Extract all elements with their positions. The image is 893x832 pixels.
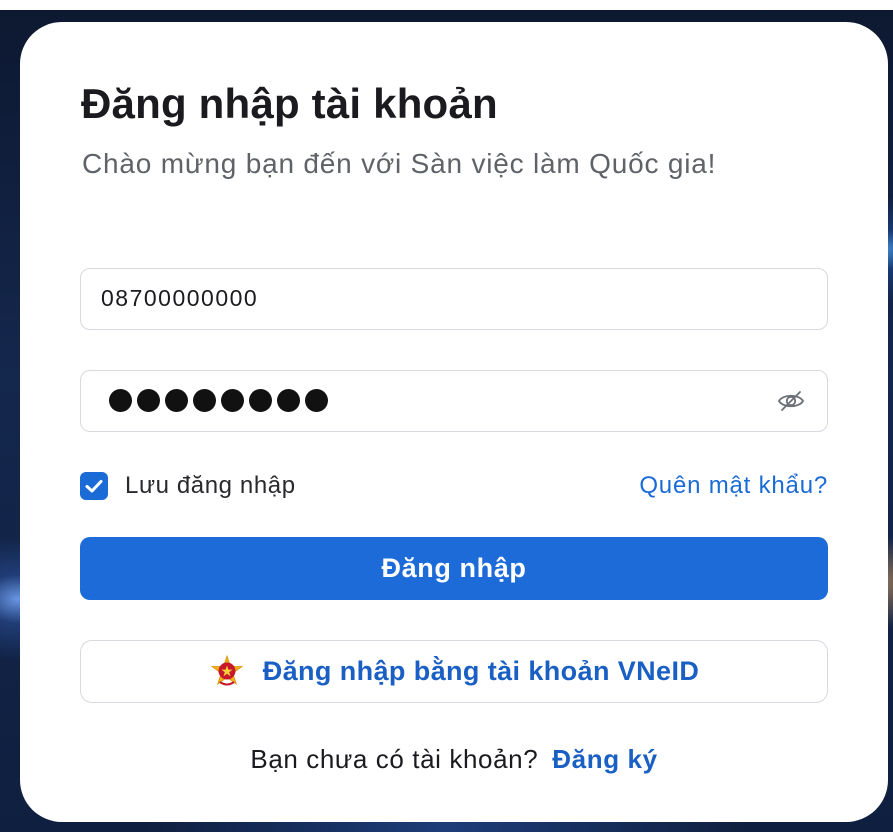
page-title: Đăng nhập tài khoản	[81, 80, 498, 127]
password-dot	[277, 389, 300, 412]
password-dot	[193, 389, 216, 412]
register-prompt: Bạn chưa có tài khoản? Đăng ký	[20, 744, 888, 775]
password-dot	[165, 389, 188, 412]
vneid-login-button[interactable]: Đăng nhập bằng tài khoản VNeID	[80, 640, 828, 703]
eye-off-icon[interactable]	[777, 389, 805, 413]
password-dot	[305, 389, 328, 412]
forgot-password-link[interactable]: Quên mật khẩu?	[639, 472, 828, 500]
password-dot	[221, 389, 244, 412]
register-link[interactable]: Đăng ký	[552, 744, 657, 774]
register-prompt-text: Bạn chưa có tài khoản?	[250, 744, 539, 774]
remember-checkbox[interactable]	[80, 472, 108, 500]
checkmark-icon	[85, 480, 103, 493]
phone-field[interactable]	[80, 268, 828, 330]
login-button[interactable]: Đăng nhập	[80, 537, 828, 600]
vneid-button-label: Đăng nhập bằng tài khoản VNeID	[262, 656, 700, 686]
password-dot	[109, 389, 132, 412]
remember-login[interactable]: Lưu đăng nhập	[80, 472, 296, 500]
password-mask	[109, 389, 328, 412]
remember-label: Lưu đăng nhập	[125, 472, 296, 499]
password-dot	[137, 389, 160, 412]
phone-input[interactable]	[101, 269, 741, 328]
top-strip	[0, 0, 893, 10]
login-card: Đăng nhập tài khoản Chào mừng bạn đến vớ…	[20, 22, 888, 822]
national-emblem-icon	[210, 654, 243, 685]
password-field[interactable]	[80, 370, 828, 432]
welcome-subtitle: Chào mừng bạn đến với Sàn việc làm Quốc …	[82, 148, 717, 179]
password-dot	[249, 389, 272, 412]
